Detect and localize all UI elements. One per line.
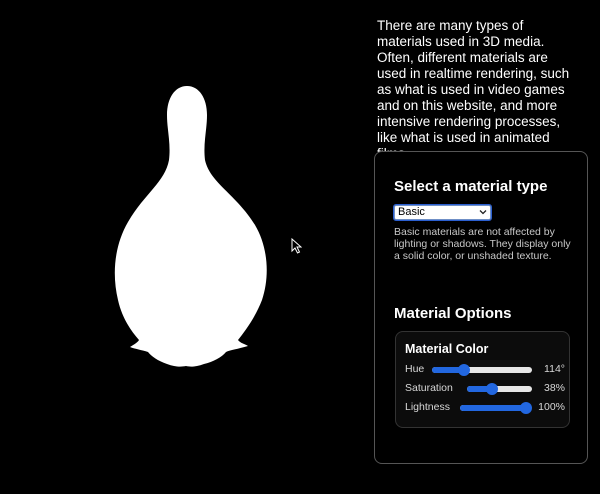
saturation-slider-thumb[interactable] (485, 383, 498, 395)
page: There are many types of materials used i… (0, 0, 600, 494)
material-options-heading: Material Options (394, 305, 512, 322)
duck-model-silhouette (114, 86, 267, 367)
material-type-select[interactable]: Basic (393, 204, 492, 221)
hue-slider-thumb[interactable] (457, 364, 470, 376)
lightness-label: Lightness (405, 401, 450, 413)
lightness-value: 100% (538, 401, 565, 413)
hue-label: Hue (405, 363, 425, 375)
saturation-slider[interactable] (467, 383, 532, 395)
lightness-slider-row: Lightness 100% (405, 401, 565, 415)
intro-paragraph: There are many types of materials used i… (377, 18, 570, 161)
chevron-down-icon (479, 207, 487, 220)
material-type-heading: Select a material type (394, 178, 548, 195)
lightness-slider-thumb[interactable] (520, 402, 532, 414)
material-panel: Select a material type Basic Basic mater… (374, 151, 588, 464)
saturation-slider-row: Saturation 38% (405, 382, 565, 396)
saturation-value: 38% (543, 382, 565, 394)
duck-model (114, 86, 267, 367)
material-color-heading: Material Color (405, 342, 489, 356)
lightness-slider-fill (460, 405, 526, 411)
hue-value: 114° (544, 363, 565, 375)
hue-slider[interactable] (432, 364, 532, 376)
material-description: Basic materials are not affected by ligh… (394, 226, 571, 262)
material-type-selected-value: Basic (398, 206, 425, 218)
3d-viewport[interactable] (0, 0, 360, 494)
arrow-cursor-icon (291, 237, 303, 259)
saturation-label: Saturation (405, 382, 453, 394)
lightness-slider[interactable] (460, 402, 532, 414)
material-color-card: Material Color Hue 114° Saturation 38% L… (395, 331, 570, 428)
hue-slider-row: Hue 114° (405, 363, 565, 377)
